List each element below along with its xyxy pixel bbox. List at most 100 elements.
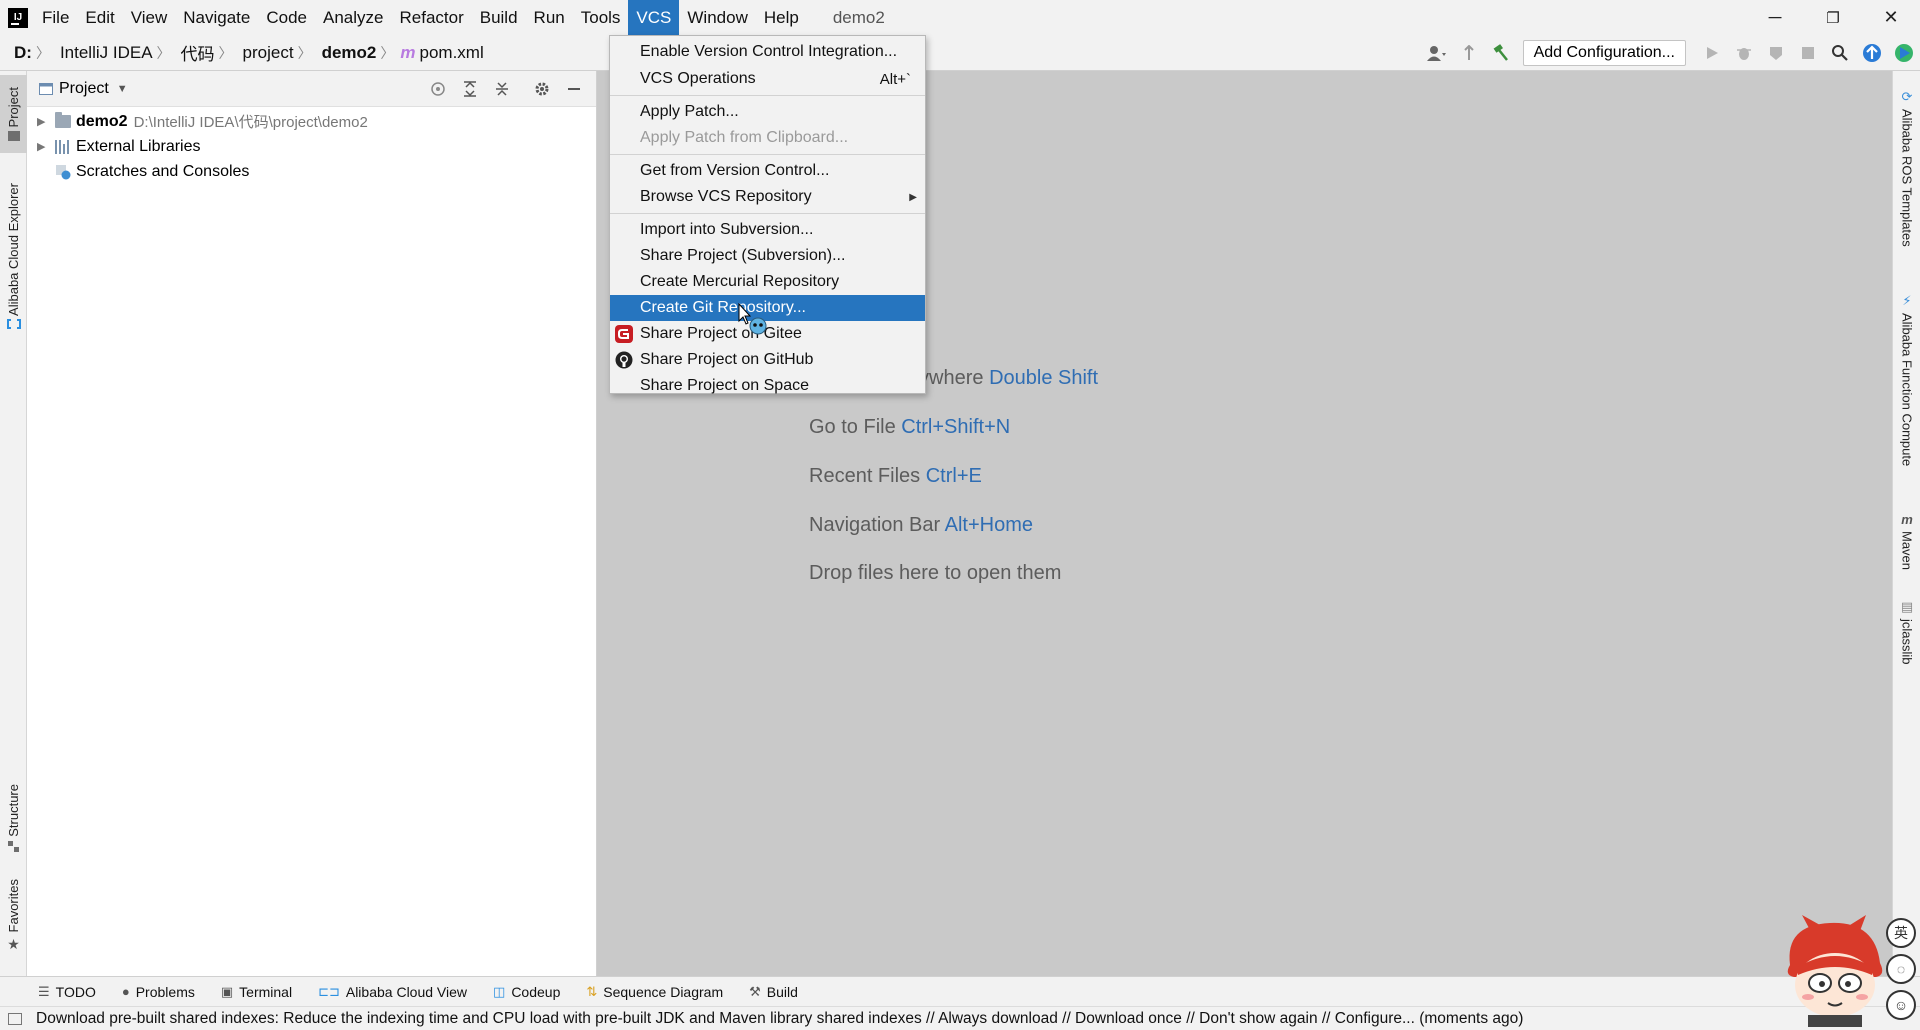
menu-item-share-github[interactable]: Share Project on GitHub xyxy=(610,347,925,373)
tab-codeup[interactable]: ◫ Codeup xyxy=(493,984,560,1000)
tab-project[interactable]: Project xyxy=(0,75,27,153)
toggle-tool-windows-icon[interactable] xyxy=(8,1012,22,1025)
stop-icon[interactable] xyxy=(1792,37,1824,69)
menu-item-share-subversion[interactable]: Share Project (Subversion)... xyxy=(610,243,925,269)
tab-alibaba-ros-templates[interactable]: ⟳ Alibaba ROS Templates xyxy=(1893,89,1920,247)
locate-file-icon[interactable] xyxy=(422,74,454,104)
list-icon: ☰ xyxy=(38,983,50,999)
window-title: demo2 xyxy=(832,7,885,27)
menu-item-label: Share Project on Space xyxy=(640,377,809,394)
libraries-icon xyxy=(55,139,71,154)
search-icon[interactable] xyxy=(1824,37,1856,69)
expand-arrow-icon[interactable]: ▶ xyxy=(37,140,55,153)
project-panel-title[interactable]: Project xyxy=(59,80,109,98)
intellij-logo-icon: IJ xyxy=(8,7,28,28)
tab-alibaba-cloud-view[interactable]: ⊏⊐ Alibaba Cloud View xyxy=(318,984,467,1000)
run-icon[interactable] xyxy=(1696,37,1728,69)
dropdown-arrow-icon[interactable]: ▼ xyxy=(117,83,128,95)
toolbox-plugin-icon[interactable] xyxy=(1888,37,1920,69)
menu-item-import-subversion[interactable]: Import into Subversion... xyxy=(610,217,925,243)
status-message[interactable]: Download pre-built shared indexes: Reduc… xyxy=(36,1010,1523,1028)
menu-window[interactable]: Window xyxy=(679,0,755,35)
tab-alibaba-cloud-explorer-label: Alibaba Cloud Explorer xyxy=(6,182,21,316)
add-configuration-button[interactable]: Add Configuration... xyxy=(1522,40,1686,66)
tree-node-demo2[interactable]: ▶ demo2 D:\IntelliJ IDEA\代码\project\demo… xyxy=(27,109,596,134)
menu-item-create-mercurial[interactable]: Create Mercurial Repository xyxy=(610,269,925,295)
breadcrumb-drive[interactable]: D: xyxy=(0,43,32,63)
jclasslib-icon: ▤ xyxy=(1900,599,1914,614)
tab-todo[interactable]: ☰ TODO xyxy=(38,984,96,1000)
breadcrumb-intellij[interactable]: IntelliJ IDEA xyxy=(54,43,153,63)
tab-maven[interactable]: m Maven xyxy=(1893,512,1920,570)
terminal-icon: ▣ xyxy=(220,983,234,999)
expand-all-icon[interactable] xyxy=(454,74,486,104)
right-tool-stripe: ⟳ Alibaba ROS Templates ⚡ Alibaba Functi… xyxy=(1892,71,1920,976)
menu-item-browse-vcs[interactable]: Browse VCS Repository ▶ xyxy=(610,184,925,210)
update-available-icon[interactable] xyxy=(1856,37,1888,69)
ime-settings-icon[interactable]: ◌ xyxy=(1886,954,1916,984)
hammer-icon: ⚒ xyxy=(749,983,761,999)
vcs-update-icon[interactable] xyxy=(1453,37,1485,69)
menu-item-share-space[interactable]: Share Project on Space xyxy=(610,373,925,399)
menu-file[interactable]: File xyxy=(34,0,77,35)
gear-icon[interactable] xyxy=(526,74,558,104)
tab-favorites-label: Favorites xyxy=(6,878,21,933)
codeup-icon: ◫ xyxy=(493,983,506,999)
menu-item-enable-vcs[interactable]: Enable Version Control Integration... xyxy=(610,38,925,66)
user-icon[interactable] xyxy=(1421,37,1453,69)
menu-item-vcs-operations[interactable]: VCS Operations Alt+` xyxy=(610,66,925,92)
tab-build[interactable]: ⚒ Build xyxy=(749,984,798,1000)
tree-node-label: External Libraries xyxy=(76,137,201,155)
tree-node-scratches[interactable]: Scratches and Consoles xyxy=(27,159,596,184)
breadcrumb-pom[interactable]: pom.xml xyxy=(416,43,484,63)
bottom-tool-bar: ☰ TODO ● Problems ▣ Terminal ⊏⊐ Alibaba Clou… xyxy=(0,976,1920,1006)
breadcrumb-code[interactable]: 代码 xyxy=(175,40,215,65)
menu-tools[interactable]: Tools xyxy=(573,0,629,35)
hide-panel-icon[interactable] xyxy=(558,74,590,104)
tree-node-external-libraries[interactable]: ▶ External Libraries xyxy=(27,134,596,159)
menu-view[interactable]: View xyxy=(123,0,176,35)
tab-terminal[interactable]: ▣ Terminal xyxy=(221,984,292,1000)
breadcrumb-demo2[interactable]: demo2 xyxy=(316,43,377,63)
menu-vcs[interactable]: VCS xyxy=(628,0,680,35)
close-button[interactable]: ✕ xyxy=(1862,0,1920,35)
menu-run[interactable]: Run xyxy=(526,0,573,35)
tab-jclasslib[interactable]: ▤ jclasslib xyxy=(1893,599,1920,665)
restore-button[interactable]: ❐ xyxy=(1804,0,1862,35)
breadcrumb-project[interactable]: project xyxy=(237,43,294,63)
tab-alibaba-function-compute[interactable]: ⚡ Alibaba Function Compute xyxy=(1893,293,1920,466)
minimize-button[interactable]: ─ xyxy=(1746,0,1804,35)
menu-code[interactable]: Code xyxy=(258,0,315,35)
menu-item-label: Enable Version Control Integration... xyxy=(640,43,898,60)
hint-recent-files: Recent Files Ctrl+E xyxy=(809,465,982,488)
ime-language-toggle[interactable]: 英 xyxy=(1886,918,1916,948)
coverage-icon[interactable] xyxy=(1760,37,1792,69)
tree-node-path: D:\IntelliJ IDEA\代码\project\demo2 xyxy=(133,114,368,131)
tab-alibaba-cloud-explorer[interactable]: Alibaba Cloud Explorer xyxy=(0,171,27,341)
menu-help[interactable]: Help xyxy=(756,0,807,35)
menu-edit[interactable]: Edit xyxy=(77,0,122,35)
menu-separator xyxy=(610,213,925,214)
menu-analyze[interactable]: Analyze xyxy=(315,0,391,35)
tab-problems[interactable]: ● Problems xyxy=(122,984,195,1000)
tab-alibaba-ros-templates-label: Alibaba ROS Templates xyxy=(1899,109,1915,247)
tab-sequence-diagram[interactable]: ⇅ Sequence Diagram xyxy=(586,984,723,1000)
gitee-icon xyxy=(615,325,633,343)
debug-icon[interactable] xyxy=(1728,37,1760,69)
collapse-all-icon[interactable] xyxy=(486,74,518,104)
expand-arrow-icon[interactable]: ▶ xyxy=(37,115,55,128)
menu-item-get-from-vcs[interactable]: Get from Version Control... xyxy=(610,158,925,184)
build-hammer-icon[interactable] xyxy=(1485,37,1517,69)
menu-refactor[interactable]: Refactor xyxy=(391,0,471,35)
tab-favorites[interactable]: Favorites ★ xyxy=(0,871,27,961)
ime-skin-icon[interactable]: ☺ xyxy=(1886,990,1916,1020)
tab-structure[interactable]: Structure xyxy=(0,776,27,861)
menu-item-apply-patch[interactable]: Apply Patch... xyxy=(610,99,925,125)
menu-item-label: Share Project on GitHub xyxy=(640,351,814,368)
menu-build[interactable]: Build xyxy=(472,0,526,35)
problems-icon: ● xyxy=(121,984,130,999)
tab-label: Codeup xyxy=(511,983,561,1000)
github-icon xyxy=(615,351,633,369)
menu-navigate[interactable]: Navigate xyxy=(175,0,258,35)
maven-file-icon: m xyxy=(400,42,416,62)
